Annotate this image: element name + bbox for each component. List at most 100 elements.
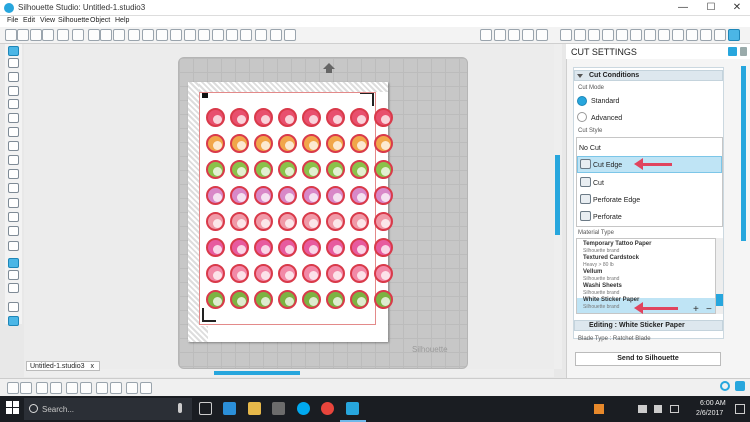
sticker-circle[interactable]	[326, 160, 345, 179]
arrange-tool-icon[interactable]	[36, 382, 48, 394]
material-name[interactable]: Temporary Tattoo Paper	[583, 241, 651, 247]
network-icon[interactable]	[638, 405, 647, 413]
task-view-icon[interactable]	[199, 402, 212, 415]
panel-tool-icon[interactable]	[672, 29, 684, 41]
sticker-circle[interactable]	[254, 290, 273, 309]
material-name[interactable]: Vellum	[583, 269, 602, 275]
notifications-icon[interactable]	[735, 404, 745, 414]
document-tab[interactable]: Untitled-1.studio3 x	[26, 361, 100, 371]
panel-tool-icon[interactable]	[686, 29, 698, 41]
arrange-tool-icon[interactable]	[80, 382, 92, 394]
toolbar-tool-icon[interactable]	[142, 29, 154, 41]
sticker-circle[interactable]	[206, 290, 225, 309]
store-icon[interactable]	[272, 402, 285, 415]
skype-icon[interactable]	[297, 402, 310, 415]
sticker-circle[interactable]	[302, 238, 321, 257]
arrange-tool-icon[interactable]	[7, 382, 19, 394]
sticker-circle[interactable]	[254, 108, 273, 127]
perforate-option[interactable]: Perforate	[593, 214, 622, 221]
sticker-circle[interactable]	[374, 264, 393, 283]
sticker-circle[interactable]	[278, 264, 297, 283]
sticker-circle[interactable]	[374, 108, 393, 127]
toolbar-tool-icon[interactable]	[212, 29, 224, 41]
panel-tool-icon[interactable]	[574, 29, 586, 41]
sticker-circle[interactable]	[206, 108, 225, 127]
send-panel-icon[interactable]	[728, 29, 740, 41]
sticker-circle[interactable]	[350, 290, 369, 309]
sticker-circle[interactable]	[254, 264, 273, 283]
panel-tool-icon[interactable]	[714, 29, 726, 41]
minimize-button[interactable]: —	[670, 1, 696, 15]
material-name[interactable]: Textured Cardstock	[583, 255, 639, 261]
drawing-tool-icon[interactable]	[8, 113, 19, 123]
drawing-tool-icon[interactable]	[8, 198, 19, 208]
arrange-tool-icon[interactable]	[50, 382, 62, 394]
silhouette-studio-taskbar-icon[interactable]	[346, 402, 359, 415]
panel-tool-icon[interactable]	[480, 29, 492, 41]
panel-tool-icon[interactable]	[588, 29, 600, 41]
vertical-scroll-thumb[interactable]	[555, 155, 560, 235]
sticker-circle[interactable]	[374, 212, 393, 231]
panel-tool-icon[interactable]	[616, 29, 628, 41]
sticker-circle[interactable]	[230, 186, 249, 205]
sticker-circle[interactable]	[350, 264, 369, 283]
drawing-tool-icon[interactable]	[8, 169, 19, 179]
toolbar-tool-icon[interactable]	[156, 29, 168, 41]
arrange-tool-icon[interactable]	[96, 382, 108, 394]
drawing-tool-icon[interactable]	[8, 241, 19, 251]
arrange-tool-icon[interactable]	[140, 382, 152, 394]
windows-start-icon[interactable]	[6, 401, 20, 415]
microphone-icon[interactable]	[178, 403, 182, 413]
sticker-circle[interactable]	[350, 186, 369, 205]
toolbar-tool-icon[interactable]	[184, 29, 196, 41]
sticker-circle[interactable]	[302, 264, 321, 283]
drawing-tool-icon[interactable]	[8, 258, 19, 268]
toolbar-tool-icon[interactable]	[255, 29, 267, 41]
sticker-circle[interactable]	[302, 108, 321, 127]
maximize-button[interactable]: ☐	[698, 1, 724, 15]
sticker-circle[interactable]	[302, 134, 321, 153]
panel-pin-icon[interactable]	[728, 47, 737, 56]
cut-conditions-header[interactable]: Cut Conditions	[574, 70, 723, 81]
send-to-silhouette-button[interactable]: Send to Silhouette	[575, 352, 721, 366]
clock-time[interactable]: 6:00 AM	[700, 400, 726, 407]
panel-tool-icon[interactable]	[700, 29, 712, 41]
select-tool-icon[interactable]	[8, 46, 19, 56]
drawing-tool-icon[interactable]	[8, 212, 19, 222]
sticker-circle[interactable]	[278, 290, 297, 309]
material-name[interactable]: White Sticker Paper	[583, 297, 639, 303]
panel-tool-icon[interactable]	[630, 29, 642, 41]
sticker-circle[interactable]	[206, 160, 225, 179]
sticker-circle[interactable]	[302, 186, 321, 205]
toolbar-tool-icon[interactable]	[30, 29, 42, 41]
menu-silhouette[interactable]: Silhouette	[58, 17, 89, 24]
advanced-radio[interactable]	[577, 112, 587, 122]
sticker-circle[interactable]	[254, 238, 273, 257]
sticker-circle[interactable]	[206, 238, 225, 257]
editing-header[interactable]: Editing : White Sticker Paper	[574, 320, 723, 331]
settings-gear-icon[interactable]	[720, 381, 730, 391]
toolbar-tool-icon[interactable]	[226, 29, 238, 41]
document-tab-close[interactable]: x	[90, 363, 94, 370]
drawing-tool-icon[interactable]	[8, 99, 19, 109]
toolbar-tool-icon[interactable]	[42, 29, 54, 41]
clock-date[interactable]: 2/6/2017	[696, 410, 723, 417]
tray-app-icon[interactable]	[594, 404, 604, 414]
volume-icon[interactable]	[654, 405, 662, 413]
drawing-tool-icon[interactable]	[8, 72, 19, 82]
sticker-circle[interactable]	[326, 186, 345, 205]
material-name[interactable]: Washi Sheets	[583, 283, 622, 289]
toolbar-tool-icon[interactable]	[128, 29, 140, 41]
add-material-button[interactable]: +	[693, 304, 699, 315]
panel-toggle-icon[interactable]	[735, 381, 745, 391]
sticker-circle[interactable]	[350, 108, 369, 127]
drawing-tool-icon[interactable]	[8, 270, 19, 280]
toolbar-tool-icon[interactable]	[100, 29, 112, 41]
drawing-tool-icon[interactable]	[8, 58, 19, 68]
sticker-circle[interactable]	[230, 134, 249, 153]
arrange-tool-icon[interactable]	[110, 382, 122, 394]
toolbar-tool-icon[interactable]	[170, 29, 182, 41]
sticker-circle[interactable]	[206, 186, 225, 205]
drawing-tool-icon[interactable]	[8, 283, 19, 293]
horizontal-scroll-thumb[interactable]	[214, 371, 300, 375]
